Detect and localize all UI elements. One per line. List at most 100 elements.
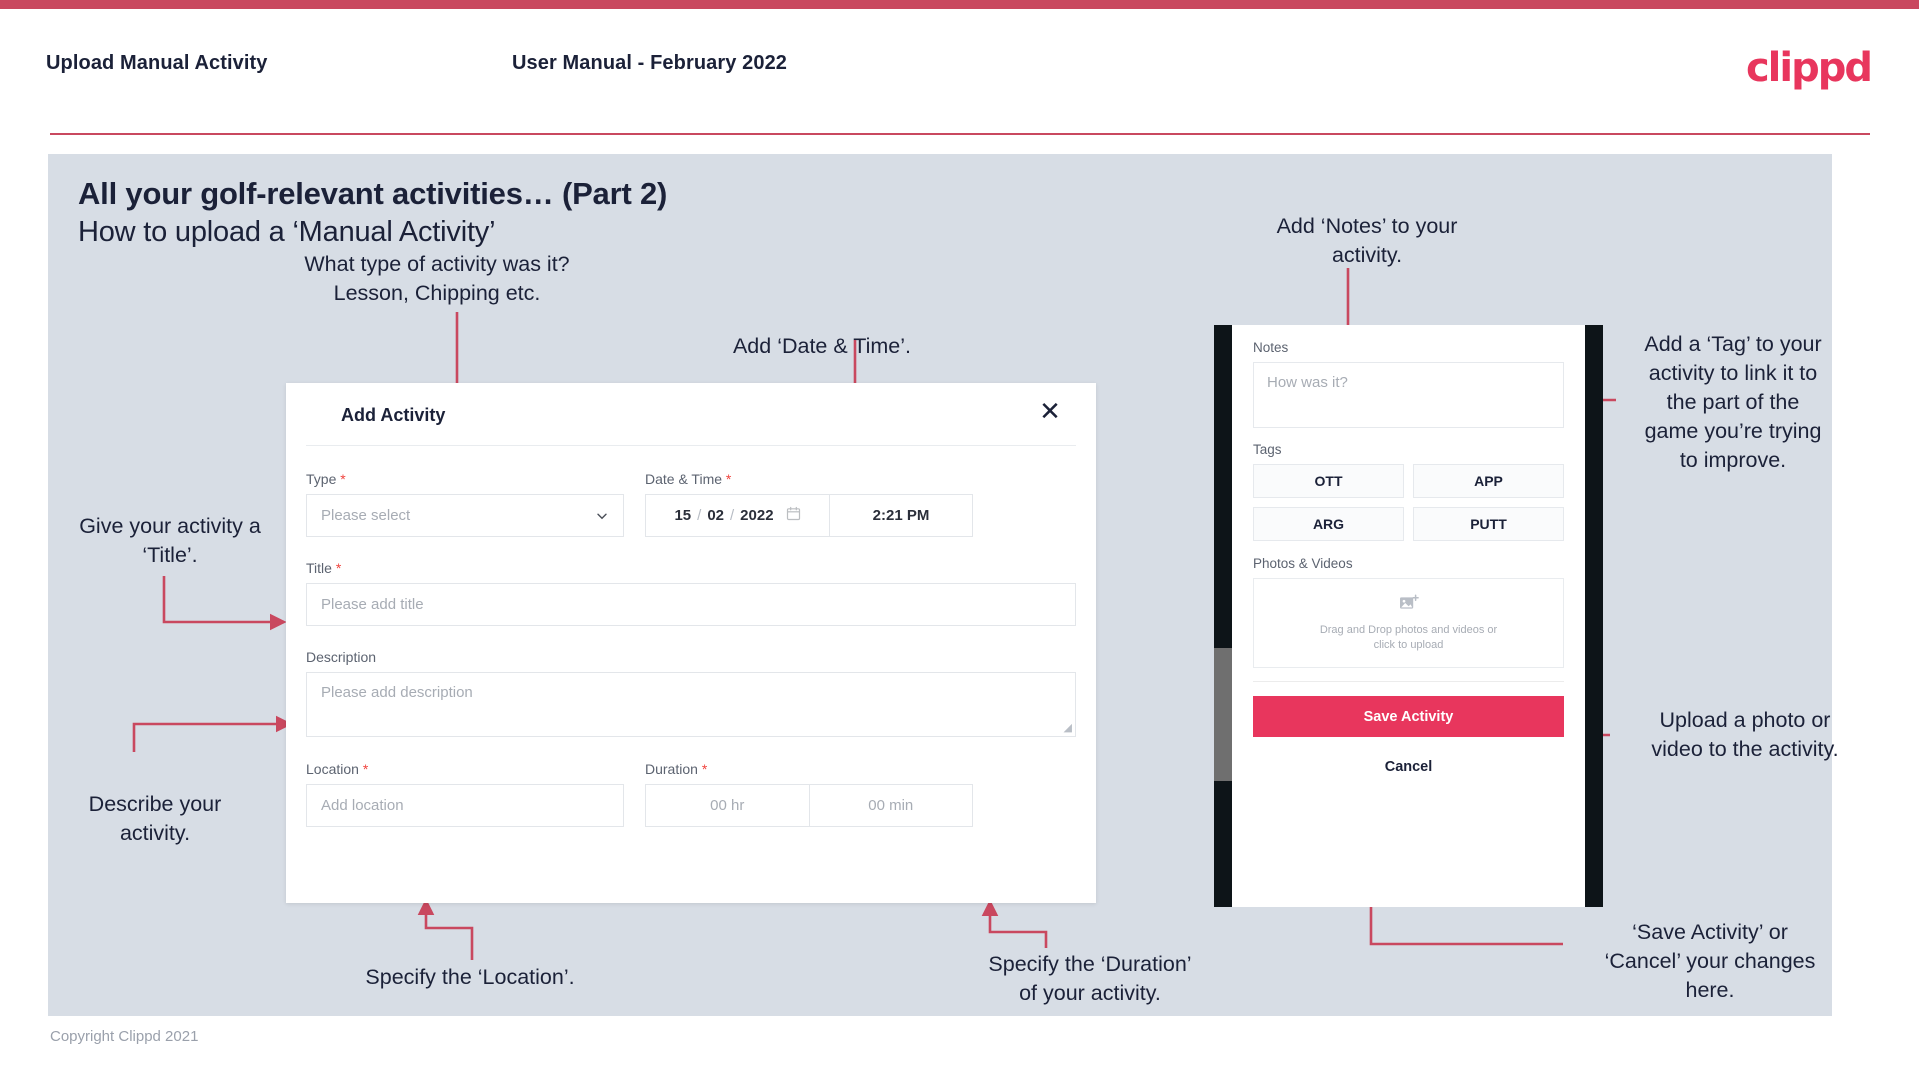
notes-label: Notes [1253, 340, 1289, 355]
description-placeholder: Please add description [321, 684, 473, 701]
field-location: Location * Add location [306, 761, 624, 827]
date-year: 2022 [740, 507, 774, 524]
annotation-tags-line3: the part of the [1666, 390, 1800, 414]
annotation-duration: Specify the ‘Duration’ of your activity. [950, 950, 1230, 1008]
calendar-icon[interactable] [786, 506, 801, 525]
phone-content: Notes How was it? Tags OTT APP ARG PUTT … [1232, 325, 1585, 775]
dropzone-text: Drag and Drop photos and videos or click… [1320, 623, 1497, 653]
annotation-notes-line1: Add ‘Notes’ to your [1276, 214, 1458, 238]
field-duration: Duration * 00 hr 00 min [645, 761, 973, 827]
phone-bezel-left [1214, 325, 1232, 907]
annotation-type: What type of activity was it? Lesson, Ch… [292, 250, 582, 308]
save-activity-button[interactable]: Save Activity [1253, 696, 1564, 737]
annotation-save-line3: here. [1685, 978, 1735, 1002]
phone-bezel-right [1585, 325, 1603, 907]
footer-copyright: Copyright Clippd 2021 [50, 1028, 199, 1045]
dialog-title: Add Activity [341, 405, 446, 425]
annotation-title-line2: ‘Title’. [142, 543, 198, 567]
slide-page: Upload Manual Activity User Manual - Feb… [0, 0, 1919, 1079]
clippd-logo: clippd [1745, 45, 1873, 91]
description-textarea[interactable]: Please add description ◢ [306, 672, 1076, 737]
annotation-type-line1: What type of activity was it? [304, 252, 570, 276]
field-description: Description Please add description ◢ [286, 649, 1096, 737]
required-marker: * [701, 761, 708, 777]
required-marker: * [340, 471, 346, 487]
required-marker: * [725, 471, 732, 487]
cancel-button[interactable]: Cancel [1253, 759, 1564, 775]
annotation-save-cancel: ‘Save Activity’ or ‘Cancel’ your changes… [1570, 918, 1850, 1005]
label-description: Description [306, 649, 377, 665]
page-header: Upload Manual Activity User Manual - Feb… [0, 9, 1919, 135]
annotation-save-line1: ‘Save Activity’ or [1632, 920, 1788, 944]
tag-ott[interactable]: OTT [1253, 464, 1404, 498]
type-select[interactable]: Please select [306, 494, 624, 537]
phone-mockup: Notes How was it? Tags OTT APP ARG PUTT … [1214, 325, 1603, 907]
dialog-header: Add Activity ✕ [286, 383, 1096, 445]
annotation-upload-line1: Upload a photo or [1659, 708, 1831, 732]
required-marker: * [362, 761, 369, 777]
duration-minutes-input[interactable]: 00 min [810, 785, 973, 826]
annotation-description-line1: Describe your [88, 792, 222, 816]
dropzone-line1: Drag and Drop photos and videos or [1319, 623, 1498, 636]
annotation-type-line2: Lesson, Chipping etc. [333, 281, 541, 305]
slide-subtitle: How to upload a ‘Manual Activity’ [78, 216, 496, 248]
location-input[interactable]: Add location [306, 784, 624, 827]
annotation-location: Specify the ‘Location’. [365, 965, 575, 989]
annotation-datetime: Add ‘Date & Time’. [732, 334, 912, 358]
title-input[interactable]: Please add title [306, 583, 1076, 626]
annotation-description-line2: activity. [119, 821, 191, 845]
datetime-group: 15 / 02 / 2022 2:21 PM [645, 494, 973, 537]
add-activity-dialog: Add Activity ✕ Type * Please select Date… [286, 383, 1096, 903]
annotation-tags: Add a ‘Tag’ to your activity to link it … [1608, 330, 1858, 475]
annotation-upload-line2: video to the activity. [1651, 737, 1839, 761]
photo-dropzone[interactable]: Drag and Drop photos and videos or click… [1253, 578, 1564, 668]
field-datetime: Date & Time * 15 / 02 / 2022 2:21 PM [645, 471, 973, 537]
title-input-placeholder: Please add title [321, 596, 424, 613]
annotation-description: Describe your activity. [40, 790, 270, 848]
header-divider [50, 133, 1870, 135]
date-day: 15 [674, 507, 692, 524]
close-icon[interactable]: ✕ [1036, 399, 1064, 427]
tags-label: Tags [1253, 442, 1282, 457]
tag-arg[interactable]: ARG [1253, 507, 1404, 541]
annotation-notes: Add ‘Notes’ to your activity. [1232, 212, 1502, 270]
duration-hours-input[interactable]: 00 hr [646, 785, 809, 826]
annotation-tags-line5: to improve. [1679, 448, 1787, 472]
phone-divider [1253, 681, 1564, 682]
label-location: Location * [306, 761, 369, 777]
top-accent-bar [0, 0, 1919, 9]
chevron-down-icon [595, 509, 609, 523]
notes-textarea[interactable]: How was it? [1253, 362, 1564, 428]
tags-group: OTT APP ARG PUTT [1253, 464, 1564, 541]
page-title: Upload Manual Activity [46, 52, 268, 74]
annotation-save-line2: ‘Cancel’ your changes [1604, 949, 1816, 973]
date-input[interactable]: 15 / 02 / 2022 [646, 495, 829, 536]
row-type-datetime: Type * Please select Date & Time * 15 / [286, 471, 1096, 537]
duration-group: 00 hr 00 min [645, 784, 973, 827]
annotation-title-line1: Give your activity a [79, 514, 261, 538]
dialog-body: Type * Please select Date & Time * 15 / [286, 445, 1096, 827]
annotation-duration-line2: of your activity. [1019, 981, 1161, 1005]
label-type: Type * [306, 471, 346, 487]
row-location-duration: Location * Add location Duration * 00 hr… [286, 761, 1096, 827]
resize-handle-icon[interactable]: ◢ [1064, 721, 1072, 734]
date-month: 02 [707, 507, 724, 524]
label-duration: Duration * [645, 761, 708, 777]
dropzone-line2: click to upload [1373, 638, 1444, 651]
date-sep-2: / [730, 507, 735, 524]
date-sep-1: / [697, 507, 702, 524]
notes-placeholder: How was it? [1267, 374, 1348, 391]
annotation-tags-line4: game you’re trying [1644, 419, 1822, 443]
slide-title: All your golf-relevant activities… (Part… [78, 176, 668, 211]
field-type: Type * Please select [306, 471, 624, 537]
required-marker: * [335, 560, 342, 576]
annotation-notes-line2: activity. [1331, 243, 1403, 267]
tag-putt[interactable]: PUTT [1413, 507, 1564, 541]
time-input[interactable]: 2:21 PM [830, 495, 972, 536]
annotation-upload: Upload a photo or video to the activity. [1620, 706, 1870, 764]
tag-app[interactable]: APP [1413, 464, 1564, 498]
annotation-title: Give your activity a ‘Title’. [40, 512, 300, 570]
annotation-tags-line1: Add a ‘Tag’ to your [1644, 332, 1822, 356]
manual-subtitle: User Manual - February 2022 [512, 52, 788, 74]
add-image-icon [1399, 593, 1419, 617]
